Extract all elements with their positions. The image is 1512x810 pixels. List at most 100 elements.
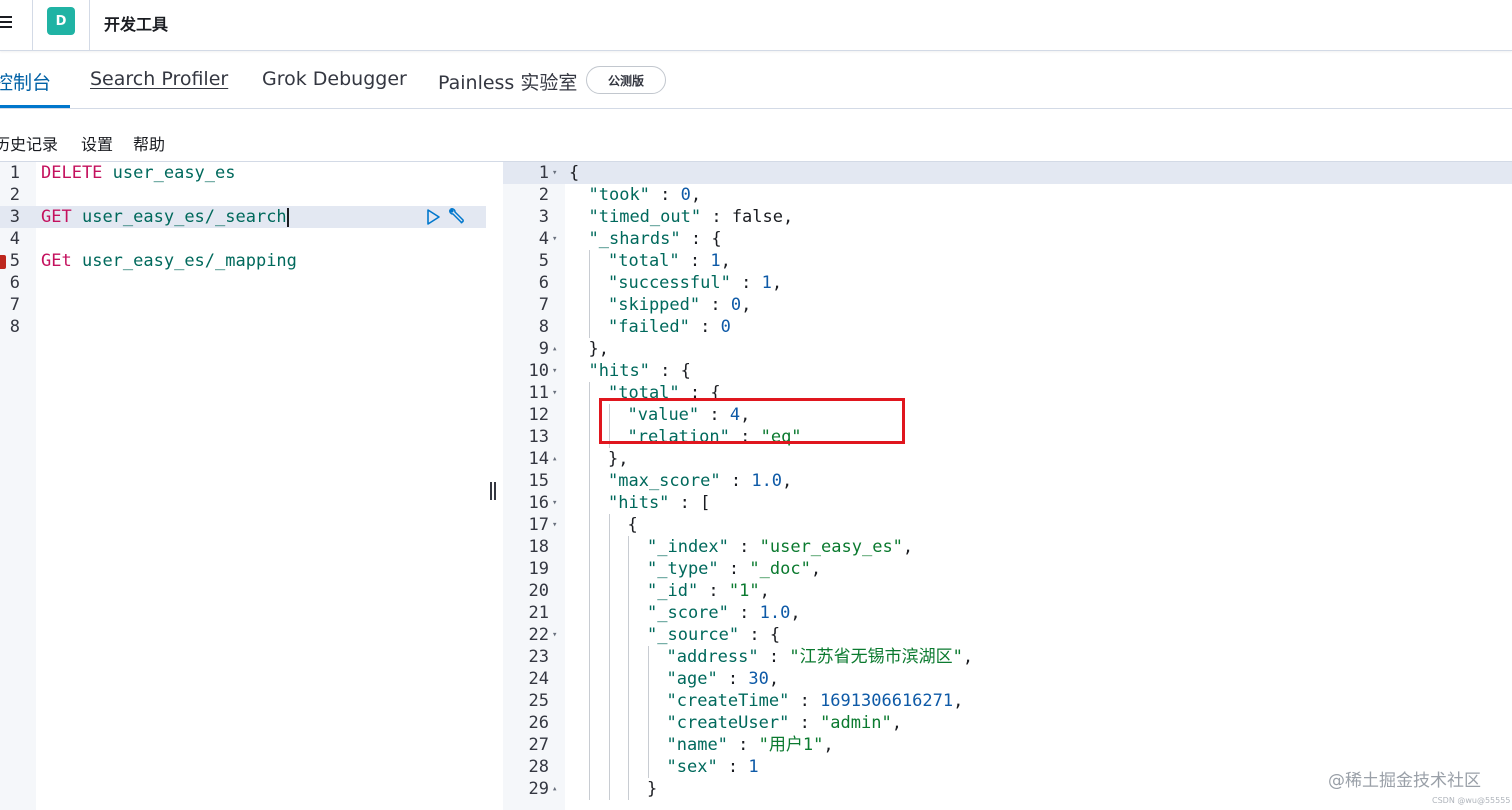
response-line: "_id" : "1", bbox=[647, 581, 770, 601]
fold-toggle-icon[interactable]: ▾ bbox=[552, 162, 557, 184]
response-line: "_shards" : { bbox=[588, 229, 722, 249]
line-number: 6 bbox=[9, 273, 20, 293]
line-number: 20 bbox=[528, 581, 549, 601]
response-line: "timed_out" : false, bbox=[588, 207, 794, 227]
line-number: 21 bbox=[528, 603, 549, 623]
line-number: 13 bbox=[528, 427, 549, 447]
indent-guide bbox=[628, 536, 629, 800]
line-number: 26 bbox=[528, 713, 549, 733]
line-number: 15 bbox=[528, 471, 549, 491]
response-line: "hits" : { bbox=[588, 361, 691, 381]
response-line: "sex" : 1 bbox=[666, 757, 759, 777]
fold-toggle-icon[interactable]: ▴ bbox=[552, 338, 557, 360]
request-path: user_easy_es/_search bbox=[81, 207, 287, 227]
response-line: "_source" : { bbox=[647, 625, 781, 645]
line-number: 17 bbox=[528, 515, 549, 535]
line-number: 2 bbox=[538, 185, 549, 205]
line-number: 5 bbox=[538, 251, 549, 271]
line-number: 9 bbox=[538, 339, 549, 359]
tab-grok-debugger[interactable]: Grok Debugger bbox=[262, 68, 407, 90]
line-number: 29 bbox=[528, 779, 549, 799]
line-number: 12 bbox=[528, 405, 549, 425]
tab-search-profiler[interactable]: Search Profiler bbox=[90, 68, 228, 90]
response-line: { bbox=[569, 163, 580, 183]
line-number: 6 bbox=[538, 273, 549, 293]
line-number: 8 bbox=[9, 317, 20, 337]
wrench-icon[interactable] bbox=[446, 207, 466, 227]
line-number: 3 bbox=[538, 207, 549, 227]
fold-toggle-icon[interactable]: ▾ bbox=[552, 382, 557, 404]
response-line: "failed" : 0 bbox=[608, 317, 731, 337]
line-number: 19 bbox=[528, 559, 549, 579]
watermark-small: CSDN @wu@55555 bbox=[1432, 796, 1511, 805]
line-number: 18 bbox=[528, 537, 549, 557]
line-number: 27 bbox=[528, 735, 549, 755]
panel-resizer[interactable] bbox=[489, 482, 497, 500]
beta-badge: 公测版 bbox=[586, 66, 666, 94]
settings-link[interactable]: 设置 bbox=[81, 131, 113, 155]
response-line: "age" : 30, bbox=[666, 669, 780, 689]
line-number: 7 bbox=[9, 295, 20, 315]
line-number: 14 bbox=[528, 449, 549, 469]
top-header: D 开发工具 bbox=[0, 0, 1512, 51]
fold-toggle-icon[interactable]: ▾ bbox=[552, 624, 557, 646]
line-number: 3 bbox=[9, 207, 20, 227]
response-line: "hits" : [ bbox=[608, 493, 711, 513]
hamburger-menu-icon[interactable] bbox=[0, 12, 16, 34]
response-line: "skipped" : 0, bbox=[608, 295, 752, 315]
tab-painless-lab[interactable]: Painless 实验室 bbox=[438, 68, 577, 95]
line-number: 11 bbox=[528, 383, 549, 403]
line-number: 5 bbox=[9, 251, 20, 271]
app-title: 开发工具 bbox=[104, 15, 169, 34]
history-link[interactable]: 历史记录 bbox=[0, 131, 58, 155]
play-icon[interactable] bbox=[425, 208, 441, 226]
response-line: "createUser" : "admin", bbox=[666, 713, 902, 733]
response-line: "name" : "用户1", bbox=[666, 735, 834, 755]
response-line: "successful" : 1, bbox=[608, 273, 783, 293]
http-method: GEt bbox=[41, 251, 72, 271]
indent-guide bbox=[647, 646, 649, 778]
line-number: 7 bbox=[538, 295, 549, 315]
request-line[interactable]: GEt user_easy_es/_mapping bbox=[41, 250, 297, 272]
line-number: 2 bbox=[9, 185, 20, 205]
tab-console[interactable]: 控制台 bbox=[0, 68, 51, 95]
help-link[interactable]: 帮助 bbox=[133, 131, 165, 155]
response-line: }, bbox=[588, 339, 609, 359]
http-method: GET bbox=[41, 207, 72, 227]
fold-toggle-icon[interactable]: ▾ bbox=[552, 360, 557, 382]
line-number: 28 bbox=[528, 757, 549, 777]
line-number: 8 bbox=[538, 317, 549, 337]
fold-toggle-icon[interactable]: ▴ bbox=[552, 448, 557, 470]
http-method: DELETE bbox=[41, 163, 103, 183]
indent-guide bbox=[608, 514, 610, 800]
request-path: user_easy_es bbox=[112, 163, 236, 183]
fold-toggle-icon[interactable]: ▴ bbox=[552, 778, 557, 800]
text-cursor bbox=[286, 207, 289, 227]
response-line: "max_score" : 1.0, bbox=[608, 471, 793, 491]
response-line: "_type" : "_doc", bbox=[647, 559, 822, 579]
fold-toggle-icon[interactable]: ▾ bbox=[552, 492, 557, 514]
response-line: } bbox=[647, 779, 658, 799]
header-divider bbox=[32, 0, 33, 50]
request-path: user_easy_es/_mapping bbox=[81, 251, 297, 271]
response-line: "_score" : 1.0, bbox=[647, 603, 801, 623]
line-number: 24 bbox=[528, 669, 549, 689]
console-menu: 历史记录 设置 帮助 bbox=[0, 109, 1512, 162]
watermark: @稀土掘金技术社区 bbox=[1328, 771, 1481, 791]
header-divider bbox=[89, 0, 90, 50]
request-line[interactable]: DELETE user_easy_es bbox=[41, 162, 236, 184]
fold-toggle-icon[interactable]: ▾ bbox=[552, 514, 557, 536]
request-line[interactable]: GET user_easy_es/_search bbox=[41, 206, 289, 228]
line-number: 22 bbox=[528, 625, 549, 645]
line-number: 4 bbox=[9, 229, 20, 249]
indent-guide bbox=[589, 382, 590, 800]
response-active-line bbox=[503, 162, 1512, 184]
indent-guide bbox=[589, 250, 590, 338]
fold-toggle-icon[interactable]: ▾ bbox=[552, 228, 557, 250]
line-number: 1 bbox=[538, 163, 549, 183]
line-number: 16 bbox=[528, 493, 549, 513]
response-line: { bbox=[627, 515, 638, 535]
response-line: "total" : 1, bbox=[608, 251, 731, 271]
annotation-highlight-box bbox=[599, 398, 905, 444]
space-avatar[interactable]: D bbox=[47, 7, 75, 35]
